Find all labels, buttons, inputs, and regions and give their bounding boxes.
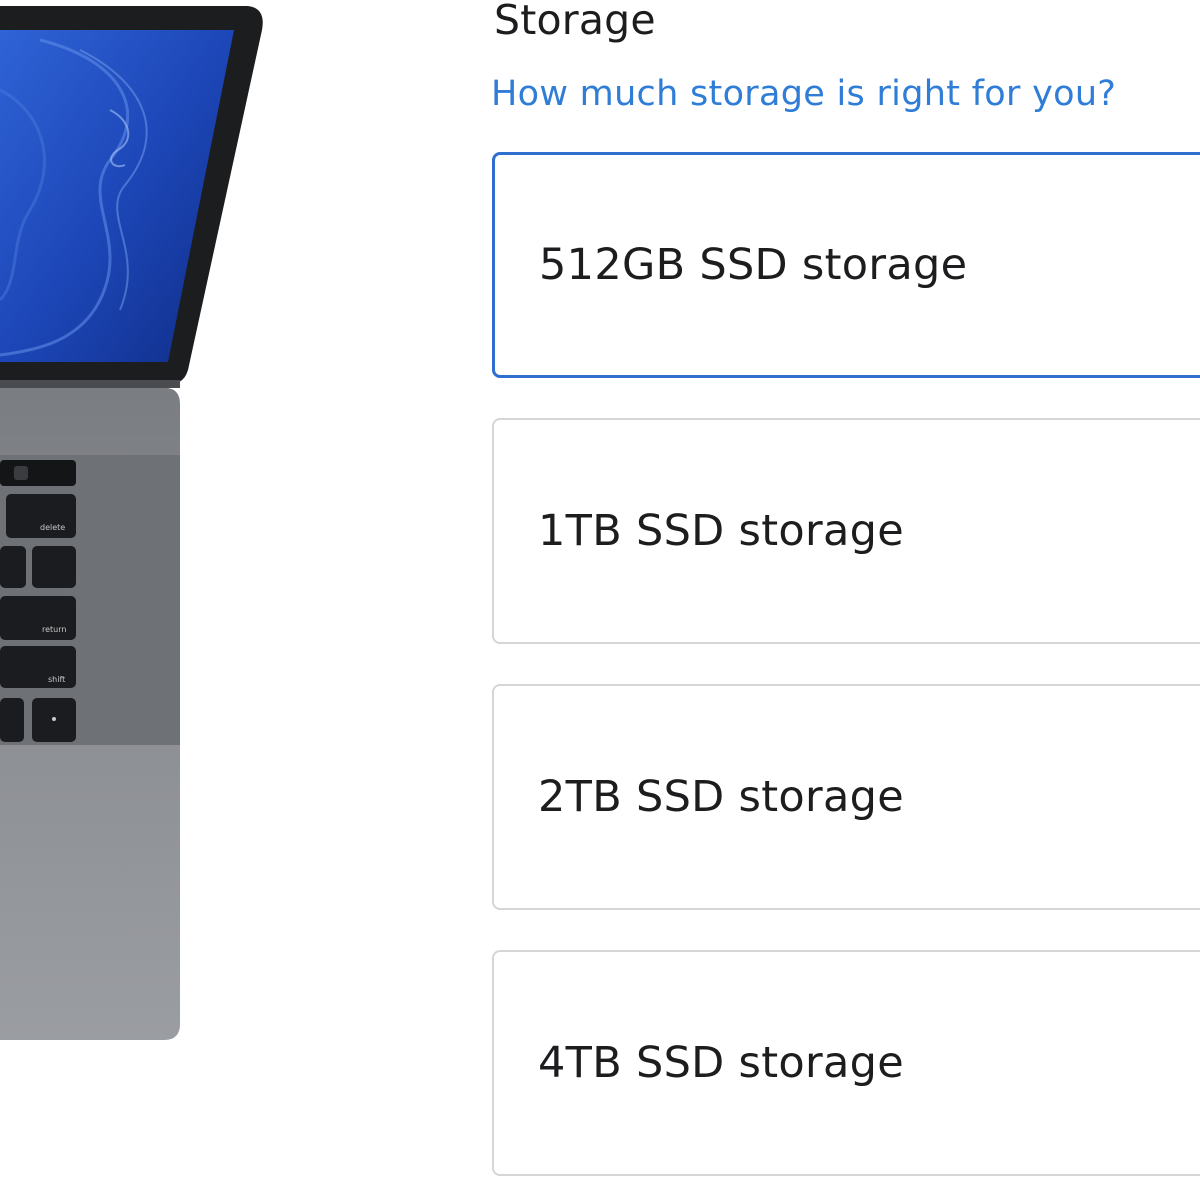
key-return-label: return	[42, 625, 66, 634]
storage-option-label: 4TB SSD storage	[538, 1038, 905, 1088]
storage-help-link[interactable]: How much storage is right for you?	[491, 72, 1116, 116]
key-delete-label: delete	[40, 523, 65, 532]
storage-option-512gb[interactable]: 512GB SSD storage	[492, 152, 1200, 378]
storage-option-2tb[interactable]: 2TB SSD storage	[492, 684, 1200, 910]
storage-option-4tb[interactable]: 4TB SSD storage	[492, 950, 1200, 1176]
storage-option-label: 512GB SSD storage	[539, 240, 968, 290]
key-shift-label: shift	[48, 675, 65, 684]
laptop-image: delete return shift	[0, 0, 280, 1060]
storage-title: Storage	[494, 0, 656, 44]
storage-configurator: delete return shift Storage How much sto…	[0, 0, 1200, 1200]
storage-option-label: 2TB SSD storage	[538, 772, 905, 822]
storage-option-label: 1TB SSD storage	[538, 506, 905, 556]
storage-option-1tb[interactable]: 1TB SSD storage	[492, 418, 1200, 644]
